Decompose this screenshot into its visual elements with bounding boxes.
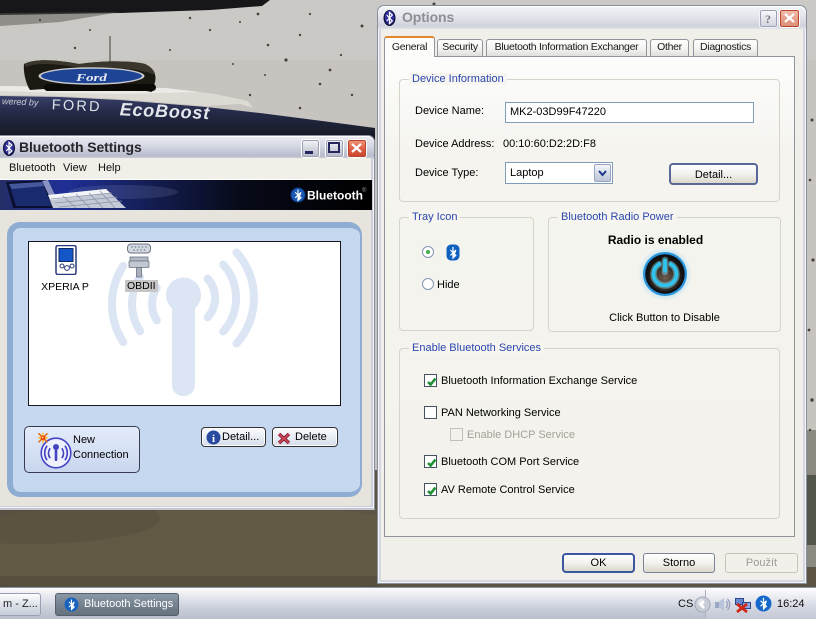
svg-text:Bluetooth: Bluetooth xyxy=(307,189,363,203)
svg-text:i: i xyxy=(212,433,215,445)
svg-text:?: ? xyxy=(765,12,771,26)
svg-text:wered by: wered by xyxy=(2,96,39,108)
svg-text:FORD: FORD xyxy=(51,97,102,115)
svg-text:Ford: Ford xyxy=(75,71,107,83)
svg-text:EcoBoost: EcoBoost xyxy=(119,99,210,123)
svg-text:®: ® xyxy=(362,187,367,194)
